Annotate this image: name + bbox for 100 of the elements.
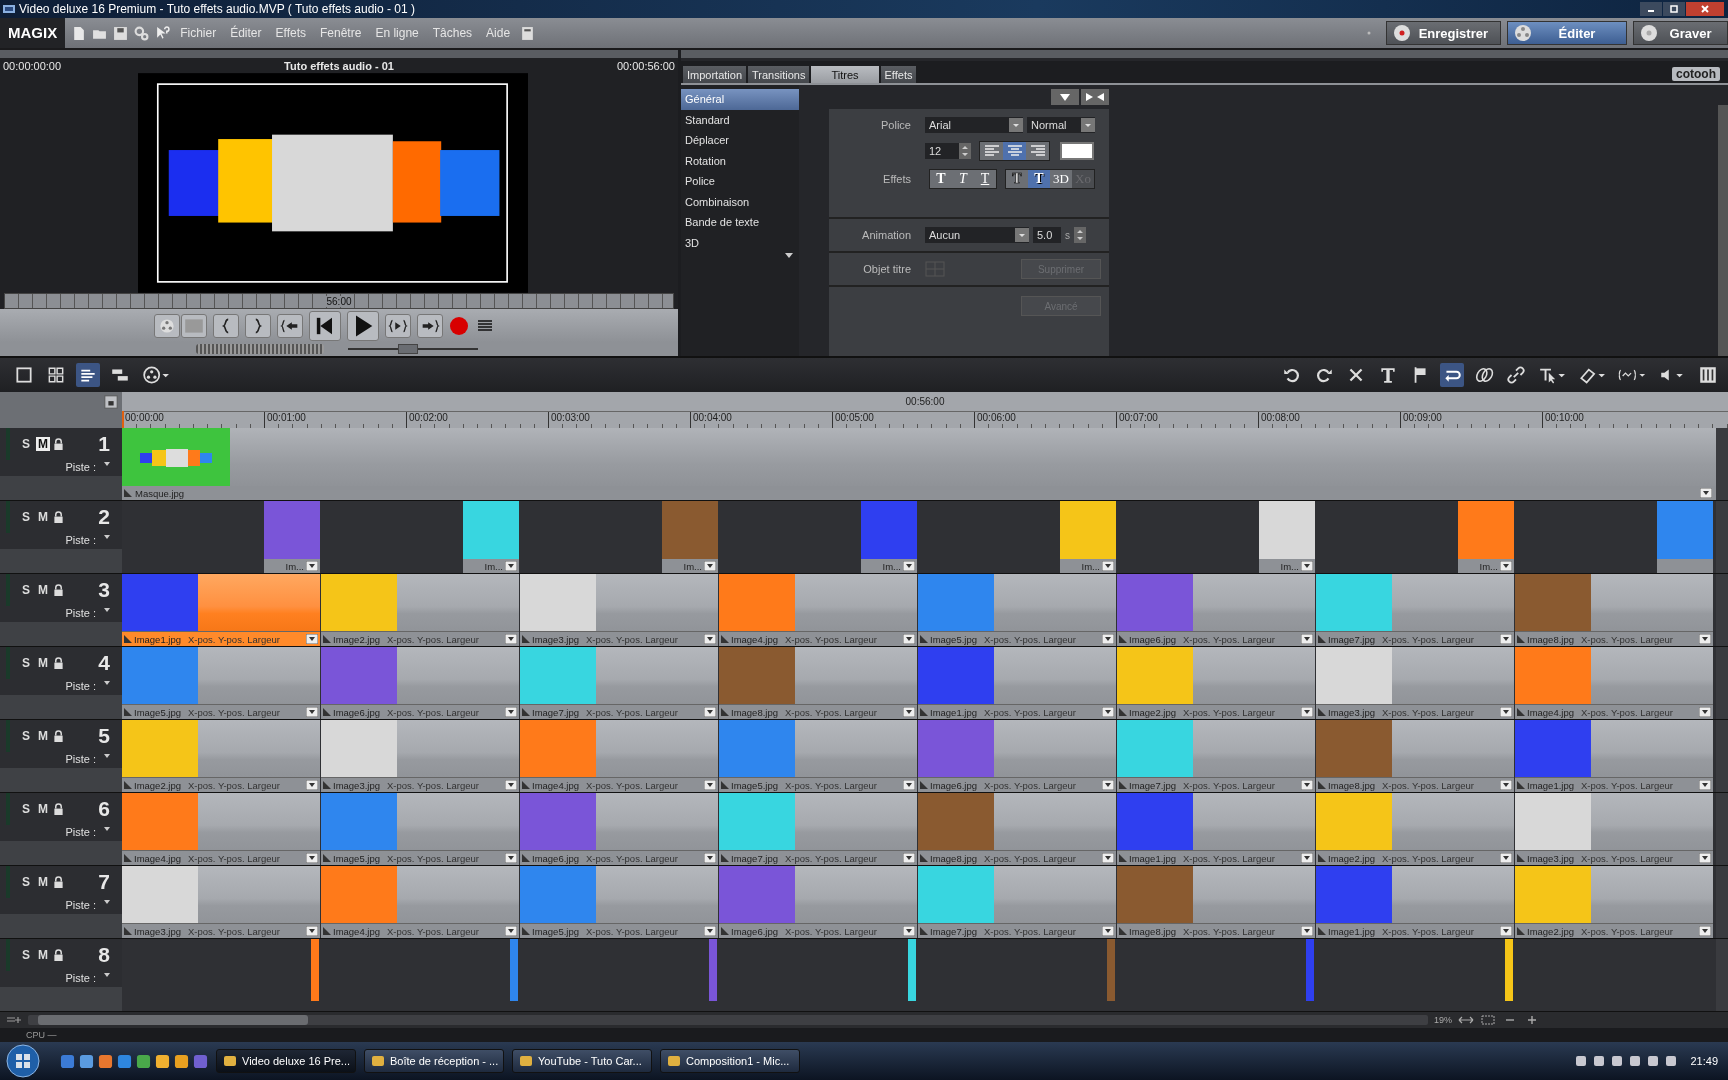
dropdown-icon[interactable]	[903, 634, 915, 644]
dropdown-icon[interactable]	[1699, 926, 1711, 936]
clip[interactable]: Image3.jpg X-pos. Y-pos. Largeur	[122, 866, 320, 938]
jump-to-in-icon[interactable]	[276, 313, 303, 338]
category-item[interactable]: Déplacer	[681, 130, 799, 151]
clip[interactable]: Image5.jpg X-pos. Y-pos. Largeur	[520, 866, 718, 938]
slider-thumb[interactable]	[397, 344, 418, 355]
clip[interactable]: Image1.jpg X-pos. Y-pos. Largeur	[918, 647, 1116, 719]
dropdown-icon[interactable]	[306, 853, 318, 863]
mark-in-icon[interactable]	[212, 313, 239, 338]
scrub-bar[interactable]: 56:00	[4, 293, 674, 310]
menu-item[interactable]: Fichier	[176, 26, 221, 40]
lock-icon[interactable]	[53, 656, 64, 670]
solo-button[interactable]: S	[19, 729, 33, 743]
lock-icon[interactable]	[104, 395, 118, 409]
category-item[interactable]: Rotation	[681, 150, 799, 171]
category-item[interactable]: Bande de texte	[681, 212, 799, 233]
clip[interactable]: Image3.jpg X-pos. Y-pos. Largeur	[520, 574, 718, 646]
dropdown-icon[interactable]	[505, 707, 517, 717]
mute-button[interactable]: M	[36, 656, 50, 670]
clip[interactable]: Image5.jpg X-pos. Y-pos. Largeur	[719, 720, 917, 792]
menu-item[interactable]: Effets	[271, 26, 310, 40]
clip[interactable]: Image8.jpg X-pos. Y-pos. Largeur	[1515, 574, 1713, 646]
book-icon[interactable]	[520, 25, 536, 41]
dropdown-icon[interactable]	[1301, 926, 1313, 936]
clip[interactable]: Image6.jpg X-pos. Y-pos. Largeur	[1117, 574, 1315, 646]
dropdown-icon[interactable]	[1102, 634, 1114, 644]
align-button[interactable]	[1026, 142, 1049, 160]
caret-icon[interactable]	[104, 754, 110, 758]
dock-icon[interactable]	[1081, 89, 1109, 105]
quick-launch-icon[interactable]	[79, 1053, 94, 1069]
dropdown-icon[interactable]	[306, 707, 318, 717]
dropdown-icon[interactable]	[1301, 634, 1313, 644]
dropdown-icon[interactable]	[1301, 561, 1313, 571]
dropdown-icon[interactable]	[1301, 853, 1313, 863]
dropdown-icon[interactable]	[903, 853, 915, 863]
tray-icon[interactable]	[1628, 1054, 1643, 1068]
settings-icon[interactable]	[134, 25, 150, 41]
dropdown-icon[interactable]	[505, 634, 517, 644]
align-button[interactable]	[1003, 142, 1026, 160]
animation-dropdown[interactable]: Aucun	[925, 227, 1029, 243]
caret-icon[interactable]	[104, 535, 110, 539]
caret-icon[interactable]	[104, 608, 110, 612]
clip[interactable]: Image7.jpg X-pos. Y-pos. Largeur	[1316, 574, 1514, 646]
dropdown-icon[interactable]	[1301, 707, 1313, 717]
loop-icon[interactable]	[1440, 363, 1464, 387]
dropdown-icon[interactable]	[903, 780, 915, 790]
dropdown-icon[interactable]	[1102, 853, 1114, 863]
caret-icon[interactable]	[104, 973, 110, 977]
text-effect-button[interactable]: T	[952, 170, 974, 188]
dropdown-icon[interactable]	[306, 926, 318, 936]
quick-launch-icon[interactable]	[136, 1053, 151, 1069]
lock-icon[interactable]	[53, 802, 64, 816]
dropdown-icon[interactable]	[704, 707, 716, 717]
dropdown-icon[interactable]	[1500, 780, 1512, 790]
mute-button[interactable]: M	[36, 875, 50, 889]
clip[interactable]: Image1.jpg X-pos. Y-pos. Largeur	[1515, 720, 1713, 792]
solo-button[interactable]: S	[19, 656, 33, 670]
help-pointer-icon[interactable]	[155, 25, 171, 41]
clip[interactable]: Image1.jpg X-pos. Y-pos. Largeur	[1316, 866, 1514, 938]
dropdown-icon[interactable]	[1700, 488, 1712, 498]
dropdown-icon[interactable]	[1102, 561, 1114, 571]
clip[interactable]: Image6.jpg X-pos. Y-pos. Largeur	[719, 866, 917, 938]
text-effect-button[interactable]: 3D	[1050, 170, 1072, 188]
clip[interactable]: Im...	[861, 501, 917, 573]
clip[interactable]: Image6.jpg X-pos. Y-pos. Largeur	[520, 793, 718, 865]
dropdown-icon[interactable]	[704, 926, 716, 936]
clip[interactable]	[709, 939, 717, 1001]
taskbar-button[interactable]: Composition1 - Mic...	[660, 1049, 800, 1073]
dropdown-icon[interactable]	[1500, 561, 1512, 571]
dropdown-icon[interactable]	[1102, 780, 1114, 790]
duration-field[interactable]: 5.0	[1033, 227, 1061, 243]
clip[interactable]: Im...	[1458, 501, 1514, 573]
dropdown-icon[interactable]	[1500, 853, 1512, 863]
vertical-scrollbar[interactable]	[1716, 793, 1728, 865]
clip[interactable]: Image3.jpg X-pos. Y-pos. Largeur	[1316, 647, 1514, 719]
dropdown-icon[interactable]	[1699, 780, 1711, 790]
dropdown-icon[interactable]	[704, 780, 716, 790]
category-item[interactable]: 3D	[681, 232, 799, 253]
spinner-icon[interactable]	[959, 143, 971, 159]
clip[interactable]: Im...	[1060, 501, 1116, 573]
dropdown-icon[interactable]	[903, 707, 915, 717]
save-icon[interactable]	[113, 25, 129, 41]
mute-button[interactable]: M	[36, 437, 50, 451]
timeline-view-icon[interactable]	[76, 363, 100, 387]
clip[interactable]: Image8.jpg X-pos. Y-pos. Largeur	[1117, 866, 1315, 938]
dropdown-icon[interactable]	[505, 926, 517, 936]
dropdown-icon[interactable]	[1102, 707, 1114, 717]
clip[interactable]: Image4.jpg X-pos. Y-pos. Largeur	[1515, 647, 1713, 719]
clip[interactable]	[1657, 501, 1713, 573]
solo-button[interactable]: S	[19, 583, 33, 597]
clip[interactable]: Masque.jpg	[122, 428, 230, 500]
solo-button[interactable]: S	[19, 510, 33, 524]
tray-icon[interactable]	[1646, 1054, 1661, 1068]
clip[interactable]: Image3.jpg X-pos. Y-pos. Largeur	[321, 720, 519, 792]
dropdown-icon[interactable]	[1699, 634, 1711, 644]
mode-tab[interactable]: Graver	[1633, 21, 1728, 45]
quick-launch-icon[interactable]	[155, 1053, 170, 1069]
dropdown-icon[interactable]	[704, 561, 716, 571]
tray-icon[interactable]	[1574, 1054, 1589, 1068]
